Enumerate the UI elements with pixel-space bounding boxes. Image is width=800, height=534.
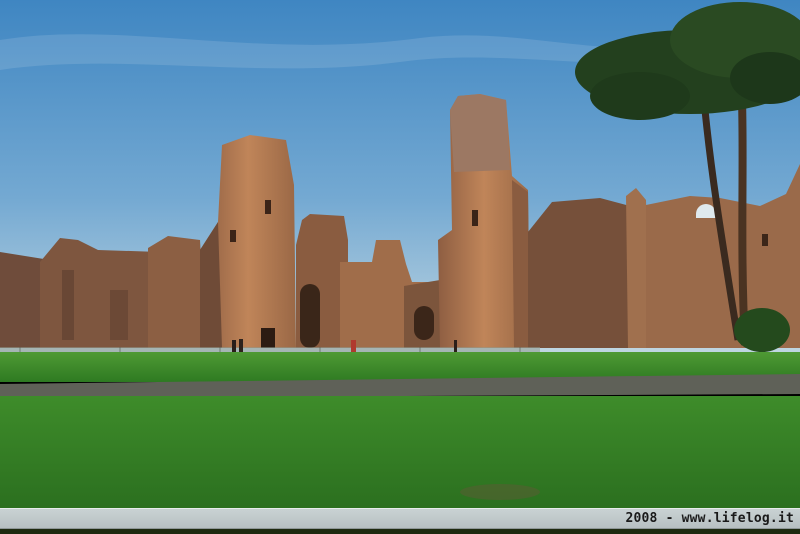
watermark-text: 2008 - www.lifelog.it: [625, 511, 794, 526]
lawn-patch: [460, 484, 540, 500]
photo: 2008 - www.lifelog.it: [0, 0, 800, 534]
watermark-strip: 2008 - www.lifelog.it: [0, 508, 800, 529]
scene: [0, 0, 800, 510]
lawn-near: [0, 396, 800, 510]
bottom-edge: [0, 529, 800, 534]
